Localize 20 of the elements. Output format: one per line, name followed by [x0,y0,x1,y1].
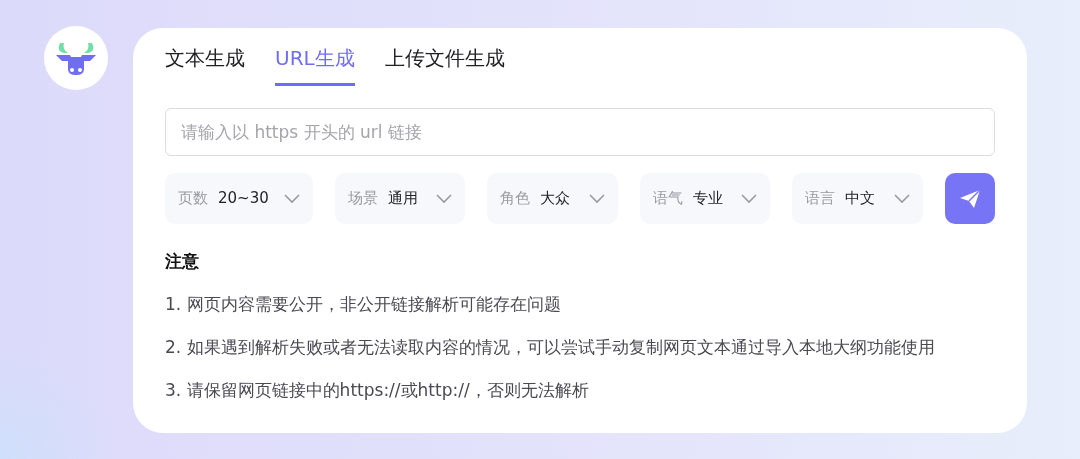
notes-title: 注意 [165,250,200,273]
chevron-down-icon [893,193,910,204]
note-text: 1. 网页内容需要公开，非公开链接解析可能存在问题 [165,293,562,316]
chevron-down-icon [435,193,452,204]
option-select[interactable]: 页数 20~30 [165,173,314,224]
note-text: 3. 请保留网页链接中的https://或http://，否则无法解析 [165,379,590,402]
chevron-down-icon [588,193,605,204]
note-text: 2. 如果遇到解析失败或者无法读取内容的情况，可以尝试手动复制网页文本通过导入本地大纲功能使用 [165,336,936,359]
chevron-down-icon [284,193,301,204]
tab[interactable]: 上传文件生成 [384,42,505,86]
url-input-field[interactable]: 请输入以 https 开头的 url 链接 [165,108,995,156]
option-select[interactable]: 语言 中文 [792,173,923,224]
send-button[interactable] [944,173,995,224]
paper-plane-icon [958,188,981,209]
tab[interactable]: URL生成 [275,42,355,86]
option-select[interactable]: 角色 大众 [486,173,618,224]
option-select[interactable]: 语气 专业 [639,173,771,224]
chevron-down-icon [741,193,758,204]
tab[interactable]: 文本生成 [165,42,245,86]
option-select[interactable]: 场景 通用 [335,173,465,224]
